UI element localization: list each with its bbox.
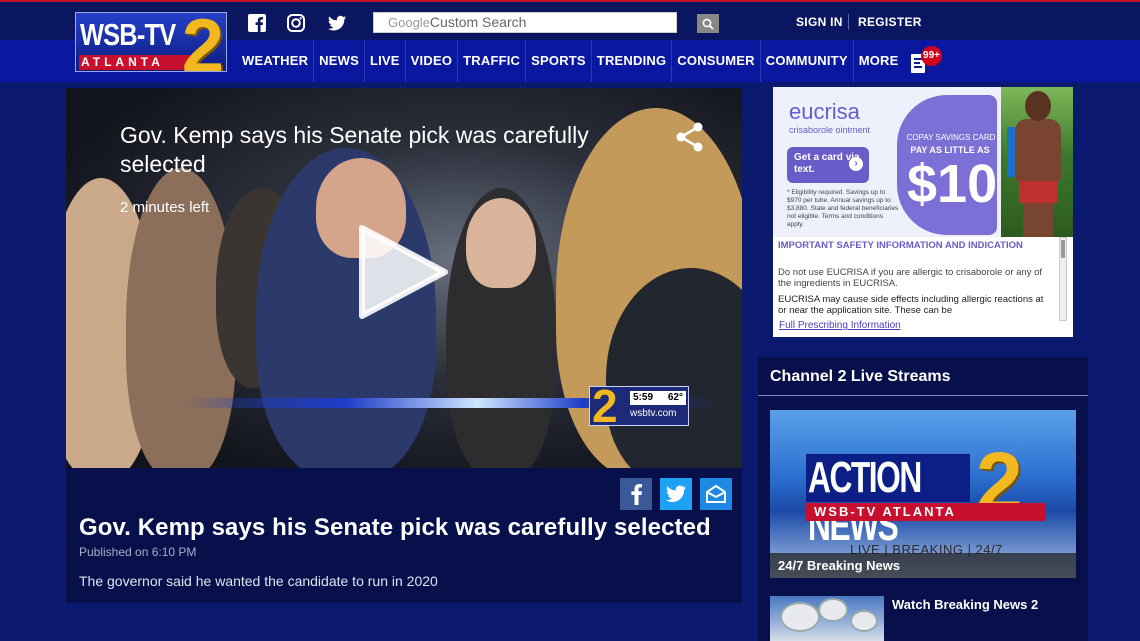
ad-fine-print: * Eligibility required. Savings up to $9… [787, 189, 899, 228]
email-icon [706, 484, 726, 503]
ad-prescribing-link[interactable]: Full Prescribing Information [779, 320, 901, 331]
search-brand: Google [388, 15, 430, 30]
stream-thumbnail[interactable] [770, 596, 884, 641]
stream-item-title[interactable]: Watch Breaking News 2 [892, 597, 1038, 612]
video-time-left: 2 minutes left [120, 199, 210, 216]
ad-text-card-button[interactable]: Get a card via text. › [787, 147, 869, 183]
station-bug: 2 5:59 62° wsbtv.com [589, 380, 689, 432]
nav-item-sports[interactable]: SPORTS [526, 40, 592, 82]
ad-photo [1001, 87, 1073, 237]
nav-item-weather[interactable]: WEATHER [237, 40, 315, 82]
nav-item-video[interactable]: VIDEO [406, 40, 459, 82]
article-card: Gov. Kemp says his Senate pick was caref… [66, 468, 742, 603]
nav-item-more[interactable]: MORE [854, 40, 904, 82]
share-facebook-button[interactable] [620, 478, 652, 510]
logo-city: ATLANTA [81, 55, 164, 69]
search-icon [702, 18, 714, 30]
search-button[interactable] [697, 14, 719, 33]
hero-brand-text: ACTION NEWS [808, 453, 922, 550]
twitter-icon [666, 485, 686, 502]
logo-number: 2 [181, 12, 224, 72]
bug-time: 5:59 [633, 392, 654, 403]
bug-logo: 2 [592, 380, 618, 432]
ad-amount: $10 [907, 154, 998, 214]
instagram-icon[interactable] [285, 12, 307, 34]
article-title[interactable]: Gov. Kemp says his Senate pick was caref… [79, 514, 711, 542]
logo-text: WSB-TV [80, 17, 176, 52]
advertisement[interactable]: eucrisa crisaborole ointment Get a card … [773, 87, 1073, 337]
video-player[interactable]: Gov. Kemp says his Senate pick was caref… [66, 88, 742, 468]
share-email-button[interactable] [700, 478, 732, 510]
article-summary: The governor said he wanted the candidat… [79, 573, 438, 589]
ad-savings-panel: COPAY SAVINGS CARD PAY AS LITTLE AS $10 [897, 95, 997, 235]
nav-item-traffic[interactable]: TRAFFIC [458, 40, 527, 82]
ad-isi-bold: EUCRISA may cause side effects including… [778, 294, 1044, 316]
ad-isi-text: Do not use EUCRISA if you are allergic t… [778, 267, 1043, 289]
search-placeholder: Custom Search [429, 14, 527, 30]
share-icon[interactable] [673, 120, 707, 154]
facebook-icon[interactable] [246, 12, 268, 34]
bug-temp: 62° [667, 392, 683, 403]
header-divider [848, 14, 849, 30]
register-link[interactable]: REGISTER [858, 15, 922, 29]
twitter-icon[interactable] [326, 12, 348, 34]
main-nav: WEATHER NEWS LIVE VIDEO TRAFFIC SPORTS T… [237, 40, 904, 82]
facebook-icon [631, 484, 642, 505]
sign-in-link[interactable]: SIGN IN [796, 15, 843, 29]
site-logo[interactable]: WSB-TV ATLANTA 2 [75, 12, 227, 72]
stream-hero-card[interactable]: ACTION NEWS 2 WSB-TV ATLANTA LIVE | BREA… [770, 410, 1076, 578]
live-streams-divider [758, 395, 1088, 396]
nav-item-consumer[interactable]: CONSUMER [672, 40, 761, 82]
ad-copay: COPAY SAVINGS CARD [906, 133, 996, 142]
hero-caption: 24/7 Breaking News [770, 553, 1076, 578]
search-input[interactable]: GoogleCustom Search [373, 12, 677, 33]
article-published: Published on 6:10 PM [79, 545, 197, 559]
bug-time-temp: 5:59 62° [630, 391, 686, 405]
nav-item-news[interactable]: NEWS [314, 40, 365, 82]
ad-scrollbar[interactable] [1059, 237, 1067, 321]
ad-sub: crisaborole ointment [789, 125, 871, 135]
play-button-icon[interactable] [356, 222, 451, 322]
bug-site: wsbtv.com [630, 408, 677, 419]
nav-item-community[interactable]: COMMUNITY [761, 40, 854, 82]
ad-isi-heading: IMPORTANT SAFETY INFORMATION AND INDICAT… [778, 240, 1023, 251]
notifications-badge: 99+ [921, 46, 942, 66]
share-buttons [620, 478, 732, 510]
live-streams-title: Channel 2 Live Streams [770, 368, 951, 385]
live-streams-panel: Channel 2 Live Streams ACTION NEWS 2 WSB… [758, 357, 1088, 641]
video-title: Gov. Kemp says his Senate pick was caref… [120, 122, 589, 177]
nav-item-trending[interactable]: TRENDING [592, 40, 673, 82]
share-twitter-button[interactable] [660, 478, 692, 510]
nav-item-live[interactable]: LIVE [365, 40, 406, 82]
chevron-right-icon: › [849, 157, 863, 171]
hero-bar: WSB-TV ATLANTA [806, 503, 1046, 521]
ad-brand: eucrisa [789, 99, 860, 124]
